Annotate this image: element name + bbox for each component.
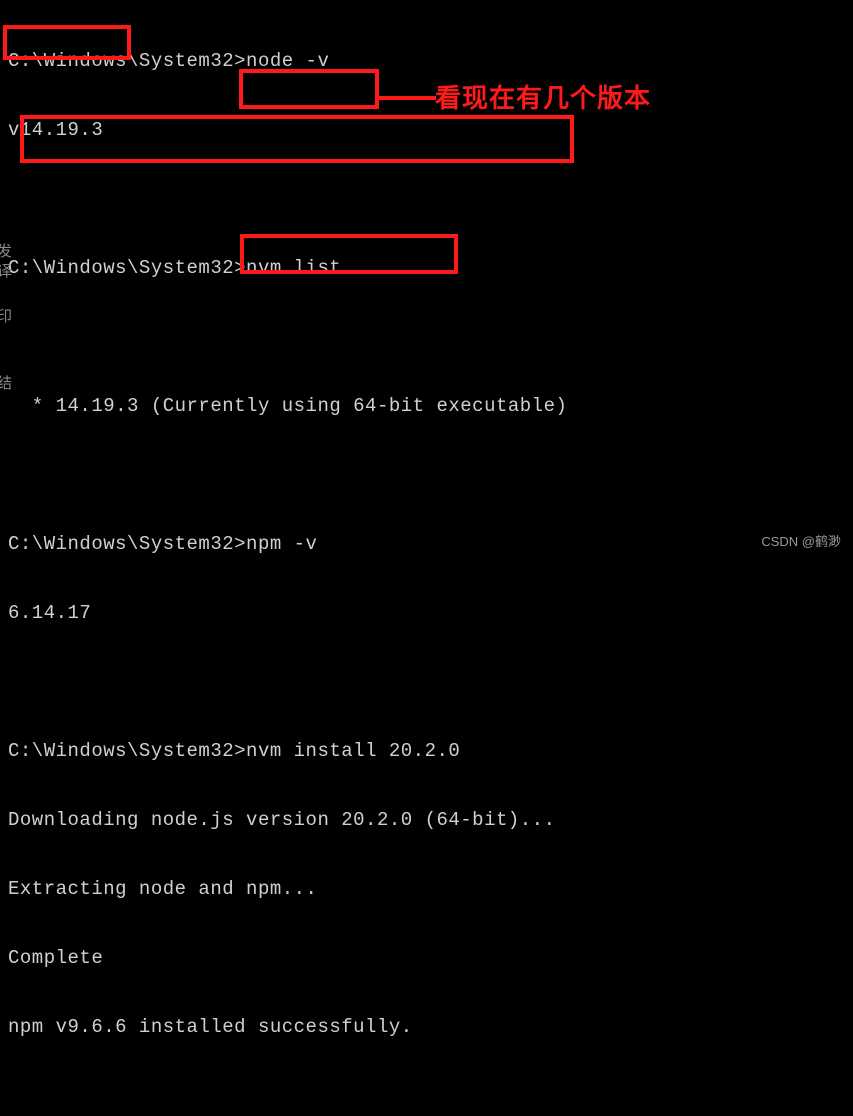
side-label: 印 (0, 305, 13, 326)
prompt: C:\Windows\System32> (8, 740, 246, 762)
blank-line (8, 671, 845, 694)
annotation-text: 看现在有几个版本 (435, 78, 651, 115)
prompt: C:\Windows\System32> (8, 257, 246, 279)
annotation-connector-line (378, 96, 436, 100)
side-label: 译 (0, 260, 13, 281)
output-download: Downloading node.js version 20.2.0 (64-b… (8, 809, 845, 832)
output-nvm-list: * 14.19.3 (Currently using 64-bit execut… (8, 395, 845, 418)
blank-line (8, 188, 845, 211)
output-complete: Complete (8, 947, 845, 970)
cmd-nvm-list: nvm list (246, 257, 341, 279)
command-line: C:\Windows\System32>nvm list (8, 257, 845, 280)
command-line: C:\Windows\System32>node -v (8, 50, 845, 73)
terminal-window[interactable]: C:\Windows\System32>node -v v14.19.3 C:\… (0, 2, 853, 1116)
prompt: C:\Windows\System32> (8, 50, 246, 72)
output-node-version: v14.19.3 (8, 119, 845, 142)
side-label: 结 (0, 372, 13, 393)
command-line: C:\Windows\System32>npm -v (8, 533, 845, 556)
output-npm-installed: npm v9.6.6 installed successfully. (8, 1016, 845, 1039)
command-line: C:\Windows\System32>nvm install 20.2.0 (8, 740, 845, 763)
cmd-npm-v: npm -v (246, 533, 317, 555)
cmd-nvm-install: nvm install 20.2.0 (246, 740, 460, 762)
watermark-text: CSDN @鹤渺 (761, 531, 841, 550)
blank-line (8, 1085, 845, 1108)
output-extract: Extracting node and npm... (8, 878, 845, 901)
blank-line (8, 326, 845, 349)
cmd-node-v: node -v (246, 50, 329, 72)
prompt: C:\Windows\System32> (8, 533, 246, 555)
output-npm-version: 6.14.17 (8, 602, 845, 625)
blank-line (8, 464, 845, 487)
side-label: 发 (0, 240, 13, 261)
